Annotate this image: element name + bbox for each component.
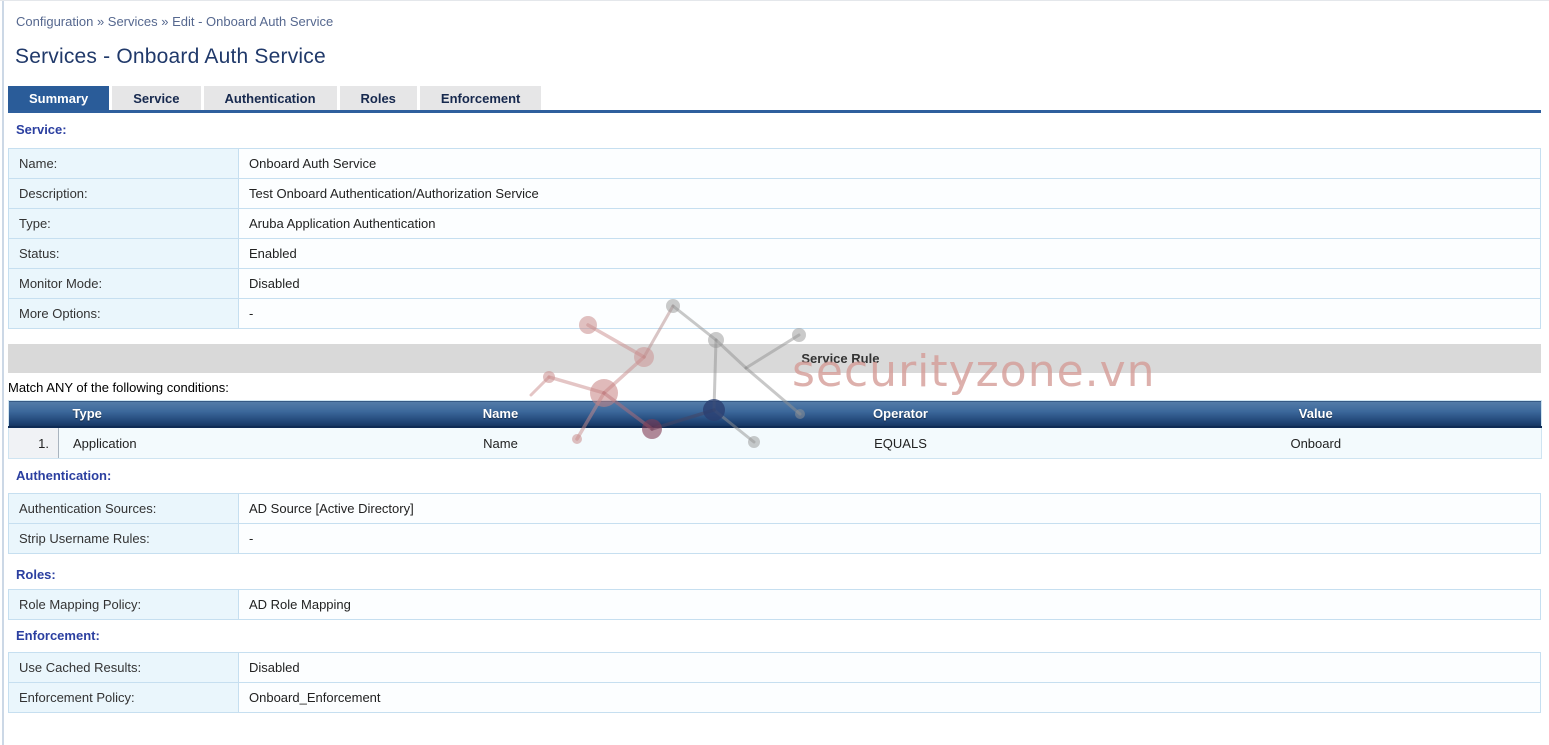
service-rule-bar: Service Rule xyxy=(8,344,1541,373)
tab-summary[interactable]: Summary xyxy=(8,86,110,110)
enforcement-section-heading: Enforcement: xyxy=(16,628,100,643)
col-header-name: Name xyxy=(290,400,711,428)
table-row: Use Cached Results: Disabled xyxy=(8,652,1541,683)
row-value: Test Onboard Authentication/Authorizatio… xyxy=(238,178,1541,209)
service-rule-conditions-table: Type Name Operator Value 1. Application … xyxy=(8,400,1542,459)
page-left-border xyxy=(2,1,4,745)
row-label: Name: xyxy=(8,148,239,179)
conditions-header-row: Type Name Operator Value xyxy=(8,400,1542,428)
tab-authentication[interactable]: Authentication xyxy=(203,86,337,110)
condition-operator: EQUALS xyxy=(710,427,1091,459)
table-row: Role Mapping Policy: AD Role Mapping xyxy=(8,589,1541,620)
row-label: Description: xyxy=(8,178,239,209)
row-label: Type: xyxy=(8,208,239,239)
row-value: Aruba Application Authentication xyxy=(238,208,1541,239)
enforcement-table: Use Cached Results: Disabled Enforcement… xyxy=(8,652,1541,713)
row-label: Strip Username Rules: xyxy=(8,523,239,554)
row-label: Authentication Sources: xyxy=(8,493,239,524)
row-label: Enforcement Policy: xyxy=(8,682,239,713)
authentication-section-heading: Authentication: xyxy=(16,468,112,483)
table-row: Description: Test Onboard Authentication… xyxy=(8,178,1541,209)
service-rule-bar-title: Service Rule xyxy=(801,351,880,366)
row-value: - xyxy=(238,523,1541,554)
roles-section-heading: Roles: xyxy=(16,567,56,582)
tab-service[interactable]: Service xyxy=(112,86,201,110)
table-row: Enforcement Policy: Onboard_Enforcement xyxy=(8,682,1541,713)
table-row: Name: Onboard Auth Service xyxy=(8,148,1541,179)
col-header-type: Type xyxy=(58,400,291,428)
row-value: AD Source [Active Directory] xyxy=(238,493,1541,524)
table-row: Strip Username Rules: - xyxy=(8,523,1541,554)
match-conditions-text: Match ANY of the following conditions: xyxy=(8,380,229,395)
row-value: - xyxy=(238,298,1541,329)
condition-value: Onboard xyxy=(1090,427,1542,459)
roles-table: Role Mapping Policy: AD Role Mapping xyxy=(8,589,1541,620)
col-header-operator: Operator xyxy=(710,400,1091,428)
tab-bar: Summary Service Authentication Roles Enf… xyxy=(8,86,1541,113)
authentication-table: Authentication Sources: AD Source [Activ… xyxy=(8,493,1541,554)
row-label: Use Cached Results: xyxy=(8,652,239,683)
table-row: Authentication Sources: AD Source [Activ… xyxy=(8,493,1541,524)
row-value: AD Role Mapping xyxy=(238,589,1541,620)
table-row: Type: Aruba Application Authentication xyxy=(8,208,1541,239)
row-value: Disabled xyxy=(238,652,1541,683)
condition-row: 1. Application Name EQUALS Onboard xyxy=(8,427,1542,459)
row-label: Status: xyxy=(8,238,239,269)
row-value: Onboard Auth Service xyxy=(238,148,1541,179)
table-row: Status: Enabled xyxy=(8,238,1541,269)
condition-name: Name xyxy=(290,427,711,459)
tab-roles[interactable]: Roles xyxy=(339,86,417,110)
col-header-num xyxy=(8,400,59,428)
condition-row-number: 1. xyxy=(8,427,59,459)
row-label: More Options: xyxy=(8,298,239,329)
service-summary-table: Name: Onboard Auth Service Description: … xyxy=(8,148,1541,329)
page-title: Services - Onboard Auth Service xyxy=(15,45,326,68)
row-value: Disabled xyxy=(238,268,1541,299)
row-label: Role Mapping Policy: xyxy=(8,589,239,620)
row-value: Enabled xyxy=(238,238,1541,269)
breadcrumb[interactable]: Configuration » Services » Edit - Onboar… xyxy=(16,14,333,29)
table-row: Monitor Mode: Disabled xyxy=(8,268,1541,299)
condition-type: Application xyxy=(58,427,291,459)
row-value: Onboard_Enforcement xyxy=(238,682,1541,713)
row-label: Monitor Mode: xyxy=(8,268,239,299)
table-row: More Options: - xyxy=(8,298,1541,329)
col-header-value: Value xyxy=(1090,400,1542,428)
tab-enforcement[interactable]: Enforcement xyxy=(419,86,542,110)
service-section-heading: Service: xyxy=(16,122,67,137)
